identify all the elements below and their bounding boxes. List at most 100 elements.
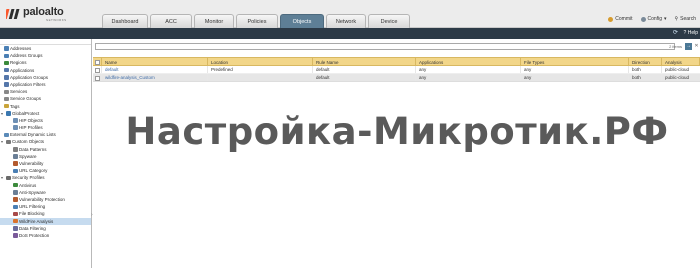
chevron-down-icon: ▾ xyxy=(663,16,667,22)
header-actions: Commit Config ▾ ⚲ Search xyxy=(608,16,696,22)
app-header: paloalto NETWORKS Dashboard ACC Monitor … xyxy=(0,0,700,28)
sidebar-item-addresses[interactable]: Addresses xyxy=(0,45,91,52)
sidebar-item-label: URL Filtering xyxy=(19,204,46,210)
clear-filter-button[interactable]: ✕ xyxy=(693,43,700,50)
sidebar-item-wildfire-analysis[interactable]: WildFire Analysis xyxy=(0,217,91,225)
column-header-applications[interactable]: Applications xyxy=(416,58,521,65)
sidebar-item-file-blocking[interactable]: File Blocking xyxy=(0,210,91,217)
sidebar-item-label: Vulnerability Protection xyxy=(19,196,65,202)
sidebar-item-security-profiles[interactable]: ▾ Security Profiles xyxy=(0,174,91,181)
tab-dashboard[interactable]: Dashboard xyxy=(102,14,148,28)
column-header-name[interactable]: Name xyxy=(102,58,208,65)
application-icon xyxy=(4,67,9,73)
sidebar-item-application-filters[interactable]: Application Filters xyxy=(0,81,91,88)
expand-toggle-icon[interactable]: ▾ xyxy=(1,174,3,181)
commit-label: Commit xyxy=(615,16,633,22)
sidebar-item-label: Anti-Spyware xyxy=(19,189,46,195)
filter-input[interactable] xyxy=(95,43,675,50)
commit-icon xyxy=(608,16,614,22)
commit-button[interactable]: Commit xyxy=(608,16,633,22)
refresh-icon[interactable]: ⟳ xyxy=(673,30,680,37)
help-button[interactable]: ? Help xyxy=(684,30,698,37)
sidebar-item-label: Service Groups xyxy=(10,96,42,102)
sidebar-item-services[interactable]: Services xyxy=(0,88,91,95)
tag-icon xyxy=(4,103,9,109)
sidebar-item-spyware[interactable]: Spyware xyxy=(0,153,91,160)
help-icon: ? xyxy=(683,30,687,36)
tab-network[interactable]: Network xyxy=(326,14,366,28)
sidebar-item-application-groups[interactable]: Application Groups xyxy=(0,74,91,81)
profile-name-link[interactable]: default xyxy=(102,66,208,73)
tab-policies[interactable]: Policies xyxy=(236,14,278,28)
sidebar-item-label: Data Filtering xyxy=(19,225,46,231)
direction-cell: both xyxy=(629,66,662,73)
brand-name: paloalto xyxy=(23,6,64,18)
wildfire-profiles-table: Name Location Rule Name Applications Fil… xyxy=(93,57,700,82)
application-group-icon xyxy=(4,75,9,80)
table-header: Name Location Rule Name Applications Fil… xyxy=(93,57,700,66)
config-button[interactable]: Config ▾ xyxy=(640,16,667,22)
tab-monitor[interactable]: Monitor xyxy=(194,14,234,28)
row-checkbox[interactable] xyxy=(95,75,100,81)
sidebar-item-label: Security Profiles xyxy=(12,175,45,181)
table-row[interactable]: wildfire-analysis_Custom default any any… xyxy=(93,74,700,82)
tab-device[interactable]: Device xyxy=(368,14,410,28)
sidebar-item-service-groups[interactable]: Service Groups xyxy=(0,95,91,102)
column-header-direction[interactable]: Direction xyxy=(629,58,662,65)
column-header-file-types[interactable]: File Types xyxy=(521,58,629,65)
sidebar-item-label: Address Groups xyxy=(10,53,43,59)
security-profiles-icon xyxy=(6,175,11,181)
select-all-cell[interactable] xyxy=(93,58,102,65)
row-select-cell[interactable] xyxy=(93,74,102,81)
select-all-checkbox[interactable] xyxy=(95,59,100,65)
column-header-analysis[interactable]: Analysis xyxy=(662,58,700,65)
row-select-cell[interactable] xyxy=(93,66,102,73)
analysis-cell: public-cloud xyxy=(665,67,690,72)
watermark-text: Настройка-Микротик.РФ xyxy=(125,110,669,153)
item-count: 2 items xyxy=(669,44,682,49)
rule-name-cell: default xyxy=(313,74,416,81)
sidebar-item-regions[interactable]: Regions xyxy=(0,59,91,66)
tab-objects[interactable]: Objects xyxy=(280,14,324,28)
sidebar-item-dos-protection[interactable]: DoS Protection xyxy=(0,232,91,239)
anti-spyware-icon xyxy=(13,190,18,195)
file-blocking-icon xyxy=(13,211,18,217)
toolbar: ⟳ ? Help xyxy=(0,28,700,39)
object-tree: Addresses Address Groups Regions Applicatio… xyxy=(0,39,92,268)
apply-filter-button[interactable]: → xyxy=(685,43,692,50)
table-row[interactable]: default Predefined default any any both … xyxy=(93,66,700,74)
sidebar-item-anti-spyware[interactable]: Anti-Spyware xyxy=(0,189,91,196)
main-tabs: Dashboard ACC Monitor Policies Objects N… xyxy=(102,14,410,28)
data-filtering-icon xyxy=(13,226,18,231)
applications-cell: any xyxy=(416,74,521,81)
profile-name-link[interactable]: wildfire-analysis_Custom xyxy=(102,74,208,81)
filter-bar: 2 items → ✕ xyxy=(93,42,700,51)
url-icon xyxy=(13,168,18,174)
brand-logo: paloalto NETWORKS xyxy=(4,3,84,25)
sidebar-item-data-filtering[interactable]: Data Filtering xyxy=(0,225,91,232)
globe-icon xyxy=(4,60,9,66)
analysis-cell: public-cloud xyxy=(665,75,690,80)
sidebar-item-vulnerability[interactable]: Vulnerability xyxy=(0,160,91,167)
help-label: Help xyxy=(687,30,698,36)
search-button[interactable]: ⚲ Search xyxy=(674,16,696,22)
search-label: Search xyxy=(680,16,696,22)
sidebar-item-tags[interactable]: Tags xyxy=(0,103,91,110)
file-types-cell: any xyxy=(521,74,629,81)
paloalto-logo-icon xyxy=(6,9,20,19)
sidebar-item-url-filtering[interactable]: URL Filtering xyxy=(0,203,91,210)
wildfire-icon xyxy=(13,218,18,224)
rule-name-cell: default xyxy=(313,66,416,73)
sidebar-item-applications[interactable]: Applications xyxy=(0,67,91,74)
sidebar-item-url-category[interactable]: URL Category xyxy=(0,167,91,174)
column-header-rule-name[interactable]: Rule Name xyxy=(313,58,416,65)
sidebar-item-antivirus[interactable]: Antivirus xyxy=(0,182,91,189)
services-icon xyxy=(4,89,9,95)
file-types-cell: any xyxy=(521,66,629,73)
row-checkbox[interactable] xyxy=(95,67,100,73)
sidebar-item-address-groups[interactable]: Address Groups xyxy=(0,52,91,59)
tab-acc[interactable]: ACC xyxy=(150,14,192,28)
sidebar-item-vulnerability-protection[interactable]: Vulnerability Protection xyxy=(0,196,91,203)
column-header-location[interactable]: Location xyxy=(208,58,313,65)
sidebar-item-label: Application Filters xyxy=(10,81,46,87)
